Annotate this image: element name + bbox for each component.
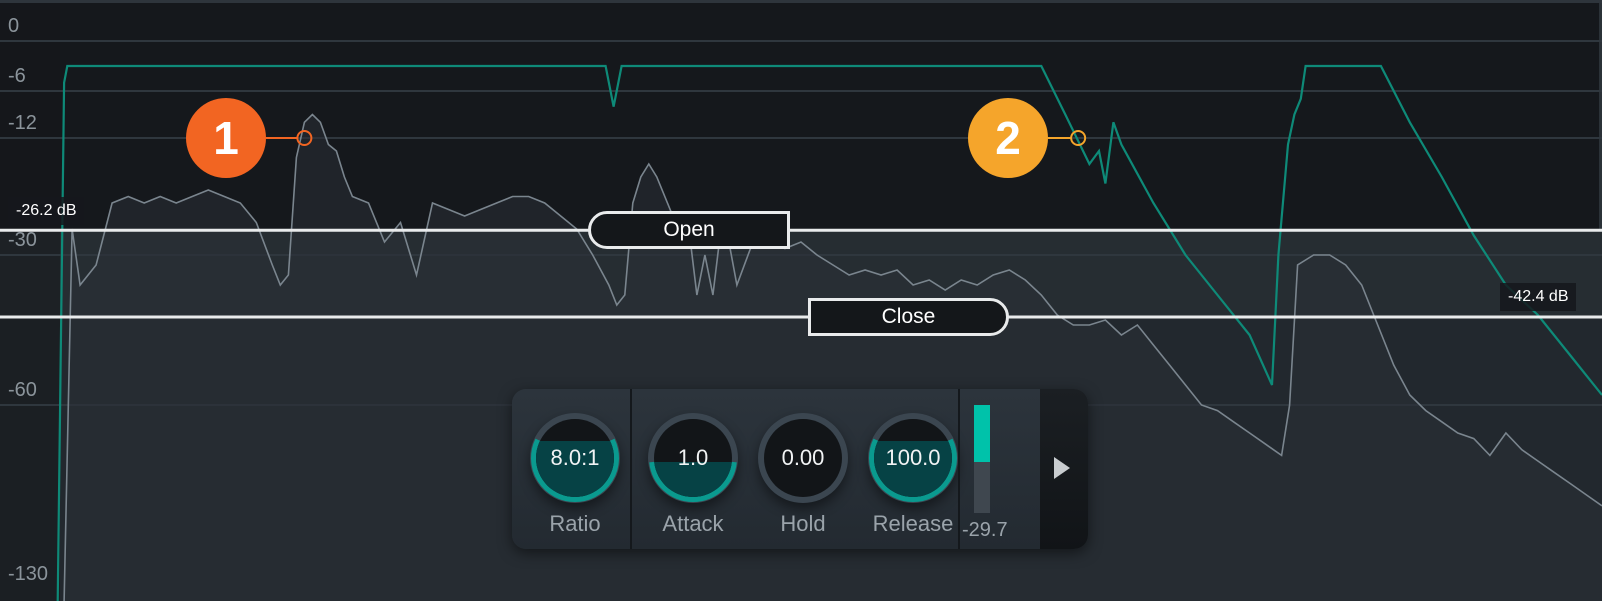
callout-number-2: 2: [995, 111, 1021, 165]
gate-visualizer: 0 -6 -12 -30 -60 -130 -26.2 dB -42.4 dB …: [0, 0, 1602, 598]
attack-knob[interactable]: 1.0: [648, 413, 738, 503]
callout-number-1: 1: [213, 111, 239, 165]
open-threshold-readout: -26.2 dB: [8, 197, 84, 225]
hold-knob[interactable]: 0.00: [758, 413, 848, 503]
left-gutter: [0, 3, 60, 601]
tick-label-minus-12: -12: [8, 112, 37, 135]
hold-value: 0.00: [764, 419, 842, 497]
hold-label: Hold: [748, 511, 858, 537]
attack-control: 1.0 Attack: [638, 389, 748, 549]
panel-divider: [958, 389, 960, 549]
tick-label-minus-130: -130: [8, 563, 48, 586]
ratio-value: 8.0:1: [536, 419, 614, 497]
play-triangle-icon: [1054, 457, 1070, 479]
expand-panel-button[interactable]: [1040, 389, 1088, 549]
panel-divider: [630, 389, 632, 549]
attack-value: 1.0: [654, 419, 732, 497]
ratio-control: 8.0:1 Ratio: [520, 389, 630, 549]
tick-label-minus-60: -60: [8, 379, 37, 402]
release-control: 100.0 Release: [858, 389, 968, 549]
tick-label-minus-6: -6: [8, 65, 26, 88]
meter-fill: [974, 405, 990, 462]
close-threshold-handle[interactable]: Close: [808, 298, 1009, 336]
release-knob[interactable]: 100.0: [868, 413, 958, 503]
callout-badge-1: 1: [186, 98, 266, 178]
callout-badge-2: 2: [968, 98, 1048, 178]
gain-reduction-meter: [974, 405, 990, 513]
gate-controls-panel: 8.0:1 Ratio 1.0 Attack 0.00 Hold: [512, 389, 1088, 549]
close-threshold-label: Close: [882, 305, 936, 329]
ratio-label: Ratio: [520, 511, 630, 537]
release-label: Release: [858, 511, 968, 537]
meter-readout: -29.7: [962, 519, 1008, 542]
tick-label-0: 0: [8, 15, 19, 38]
hold-control: 0.00 Hold: [748, 389, 858, 549]
release-value: 100.0: [874, 419, 952, 497]
open-threshold-label: Open: [663, 218, 714, 242]
ratio-knob[interactable]: 8.0:1: [530, 413, 620, 503]
attack-label: Attack: [638, 511, 748, 537]
close-threshold-readout: -42.4 dB: [1500, 283, 1576, 311]
open-threshold-handle[interactable]: Open: [588, 211, 790, 249]
tick-label-minus-30: -30: [8, 229, 37, 252]
